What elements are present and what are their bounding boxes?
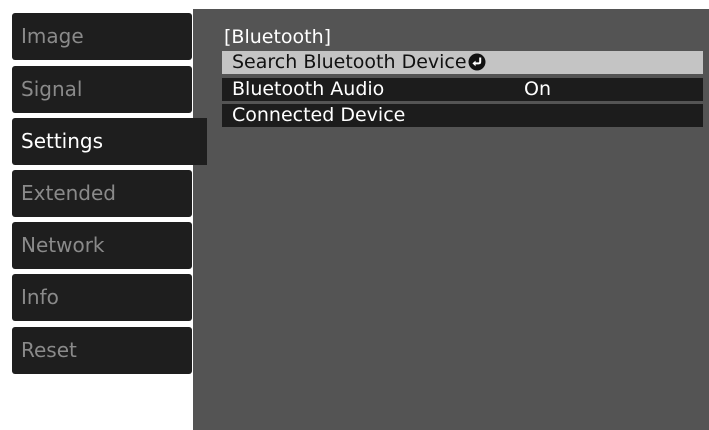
tab-info-label: Info bbox=[21, 285, 59, 309]
menu-item-value: On bbox=[524, 78, 551, 100]
tab-extended[interactable]: Extended bbox=[12, 170, 192, 217]
tab-settings-label: Settings bbox=[21, 129, 104, 153]
tab-network[interactable]: Network bbox=[12, 222, 192, 269]
tab-reset-label: Reset bbox=[21, 338, 77, 362]
tab-image-label: Image bbox=[21, 24, 84, 48]
menu-item-connected-device[interactable]: Connected Device bbox=[222, 104, 703, 127]
menu-item-label: Search Bluetooth Device bbox=[232, 51, 467, 73]
tab-reset[interactable]: Reset bbox=[12, 327, 192, 374]
menu-sidebar: Image Signal Settings Extended Network I… bbox=[0, 0, 209, 430]
panel-title: [Bluetooth] bbox=[224, 26, 332, 48]
menu-item-label-wrap: Search Bluetooth Device bbox=[232, 51, 486, 74]
tab-image[interactable]: Image bbox=[12, 13, 192, 60]
menu-item-label: Connected Device bbox=[232, 104, 406, 126]
tab-extended-label: Extended bbox=[21, 181, 116, 205]
tab-signal[interactable]: Signal bbox=[12, 66, 192, 113]
menu-item-bluetooth-audio[interactable]: Bluetooth Audio On bbox=[222, 78, 703, 101]
tab-info[interactable]: Info bbox=[12, 274, 192, 321]
tab-signal-label: Signal bbox=[21, 77, 83, 101]
enter-icon bbox=[468, 53, 486, 71]
menu-item-search-bluetooth-device[interactable]: Search Bluetooth Device bbox=[222, 51, 703, 74]
settings-panel: [Bluetooth] Search Bluetooth Device Blue… bbox=[193, 9, 709, 430]
tab-settings[interactable]: Settings bbox=[12, 118, 207, 165]
tab-network-label: Network bbox=[21, 233, 105, 257]
menu-item-label: Bluetooth Audio bbox=[232, 78, 385, 100]
